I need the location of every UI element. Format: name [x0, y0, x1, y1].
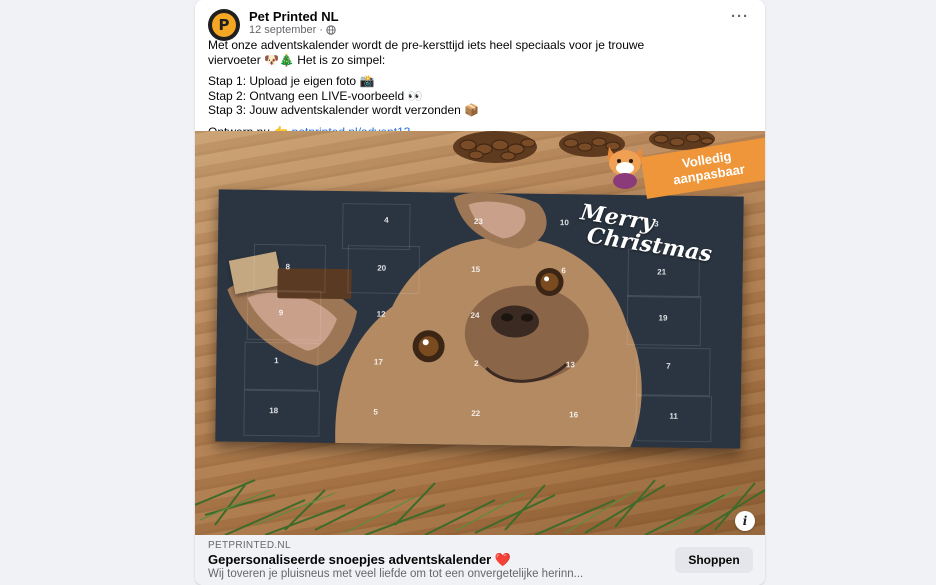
post-step: Stap 2: Ontvang een LIVE-voorbeeld 👀 — [208, 88, 423, 103]
post-body: Met onze adventskalender wordt de pre-ke… — [208, 38, 748, 139]
calendar-door-number: 17 — [373, 357, 383, 367]
post-step: Stap 3: Jouw adventskalender wordt verzo… — [208, 103, 480, 117]
link-title[interactable]: Gepersonaliseerde snoepjes adventskalend… — [208, 552, 511, 568]
link-preview[interactable]: PETPRINTED.NL Gepersonaliseerde snoepjes… — [195, 535, 765, 585]
calendar-door — [341, 203, 411, 251]
calendar-door-number: 19 — [658, 313, 668, 323]
calendar-door-number: 10 — [559, 218, 569, 228]
post-line: Met onze adventskalender wordt de pre-ke… — [208, 38, 645, 52]
feed-post: P Pet Printed NL 12 september · ··· Met … — [195, 0, 765, 585]
fox-mascot-icon — [607, 147, 643, 189]
calendar-door-number: 9 — [278, 308, 284, 318]
link-description: Wij toveren je pluisneus met veel liefde… — [208, 568, 584, 580]
advent-calendar-image: 4 23 10 3 8 20 15 6 21 9 12 24 19 1 17 2… — [215, 189, 744, 449]
post-line: viervoeter 🐶🎄 Het is zo simpel: — [208, 52, 386, 67]
link-domain: PETPRINTED.NL — [208, 540, 291, 551]
info-icon[interactable]: i — [735, 511, 755, 531]
calendar-door — [243, 341, 319, 391]
calendar-door-number: 8 — [285, 262, 290, 272]
page-avatar[interactable]: P — [208, 9, 240, 41]
calendar-door-number: 11 — [669, 411, 678, 421]
calendar-door-number: 18 — [269, 406, 279, 416]
calendar-door-number: 7 — [666, 361, 671, 371]
calendar-door-number: 22 — [471, 408, 481, 419]
calendar-door-number: 12 — [376, 309, 386, 319]
calendar-door-number: 1 — [274, 356, 279, 366]
calendar-door-number: 5 — [373, 407, 378, 417]
calendar-door-number: 23 — [473, 216, 483, 227]
calendar-door-number: 13 — [565, 360, 575, 370]
post-date[interactable]: 12 september — [249, 24, 316, 36]
globe-icon — [326, 25, 336, 35]
calendar-door-number: 24 — [470, 310, 480, 320]
pine-branches-image — [195, 479, 765, 535]
meta-separator: · — [319, 24, 323, 36]
shop-now-button[interactable]: Shoppen — [675, 547, 753, 573]
calendar-door-number: 4 — [384, 215, 389, 225]
post-step: Stap 1: Upload je eigen foto 📸 — [208, 74, 375, 88]
post-meta: 12 september · — [249, 24, 336, 36]
calendar-door-number: 16 — [569, 410, 579, 420]
calendar-door-number: 20 — [377, 263, 387, 273]
calendar-door-number: 2 — [474, 358, 479, 368]
more-options-icon[interactable]: ··· — [729, 9, 751, 30]
page-name-link[interactable]: Pet Printed NL — [249, 9, 339, 24]
calendar-door-number: 6 — [561, 266, 566, 276]
post-image[interactable]: 4 23 10 3 8 20 15 6 21 9 12 24 19 1 17 2… — [195, 131, 765, 535]
calendar-door — [635, 347, 711, 397]
calendar-door-number: 21 — [657, 267, 667, 277]
page-logo: P — [212, 13, 236, 37]
pinecone-image — [453, 131, 537, 163]
calendar-door-number: 15 — [471, 264, 481, 275]
post-header: P Pet Printed NL 12 september · ··· — [195, 0, 765, 41]
